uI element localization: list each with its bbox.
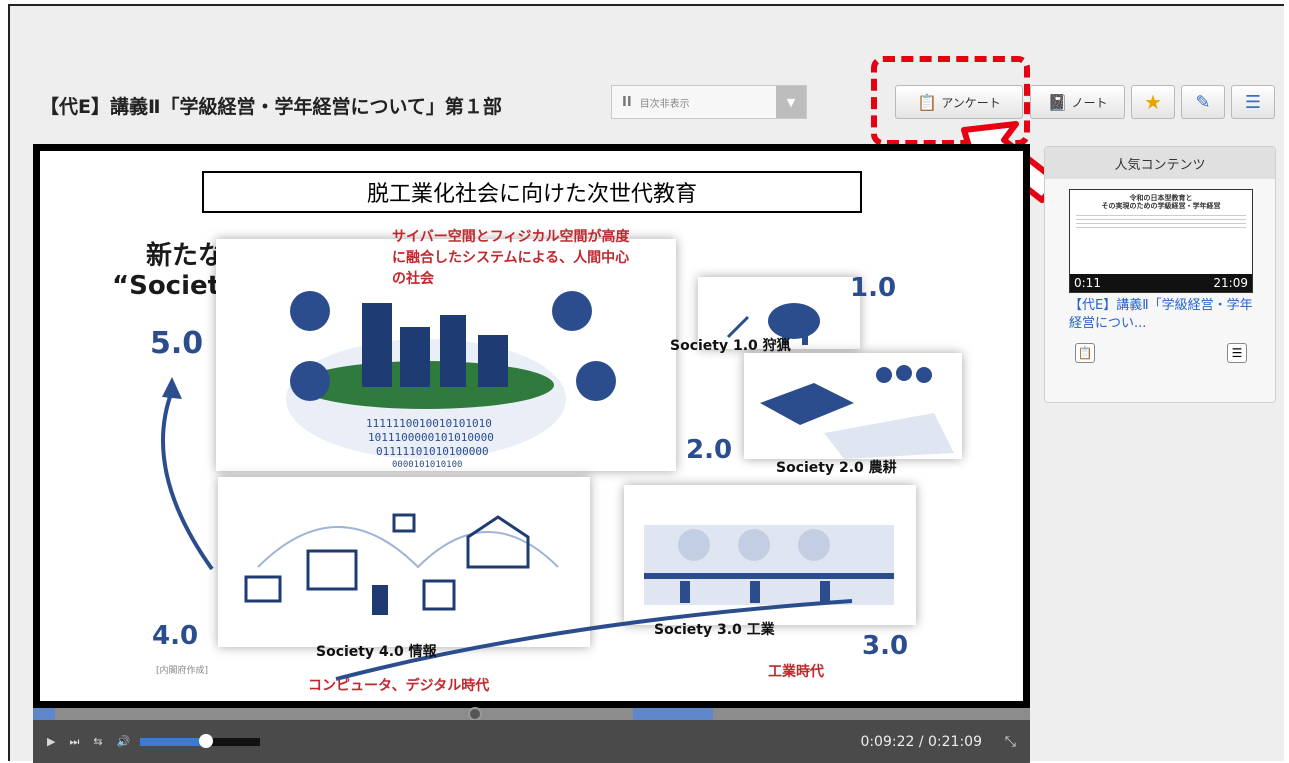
list-button[interactable]: ☰ [1231,85,1275,119]
star-add-icon: ★ [1144,90,1162,114]
binary-line-3: 01111101010100000 [376,445,489,458]
binary-line-4: 0000101010100 [392,460,462,470]
buffered-segment [633,708,713,720]
slide-source: [内閣府作成] [156,666,209,676]
content-thumbnail[interactable]: 令和の日本型教育と その実現のための学級経営・学年経営 0:11 21:09 [1069,189,1253,293]
popular-heading: 人気コンテンツ [1045,147,1275,179]
time-display: 0:09:22 / 0:21:09 [860,733,982,750]
thumbnail-line [1076,218,1246,220]
society3-panel [624,485,916,625]
thumbnail-line [1076,226,1246,228]
era-industry: 工業時代 [768,664,824,680]
pause-icon: II [622,94,632,110]
clipboard-icon[interactable]: 📋 [1075,343,1095,363]
thumbnail-duration: 21:09 [1213,276,1248,290]
list-icon[interactable]: ☰ [1227,343,1247,363]
version-3: 3.0 [862,631,909,661]
thumbnail-timebar: 0:11 21:09 [1070,274,1252,292]
list-icon: ☰ [1244,91,1262,113]
pen-icon: ✎ [1195,91,1211,113]
note-button[interactable]: 📓 ノート [1030,85,1125,119]
society2-panel [744,353,962,459]
play-icon[interactable]: ▶ [47,735,55,748]
industry-illustration [644,525,894,605]
buffered-segment [33,708,55,720]
volume-knob[interactable] [199,733,214,748]
repeat-icon[interactable]: ⇆ [93,735,102,748]
thumbnail-start-time: 0:11 [1074,276,1101,290]
content-link[interactable]: 【代E】講義Ⅱ「学級経営・学年経営につい... [1069,297,1259,333]
volume-fill [140,737,207,746]
fullscreen-icon[interactable]: ⤡ [1005,734,1016,750]
caption-society2: Society 2.0 農耕 [776,460,897,476]
era-computer: コンピュータ、デジタル時代 [308,678,490,694]
slide-frame: 脱工業化社会に向けた次世代教育 新たな社会 “Society 5.0” 1111… [40,151,1023,701]
farming-illustration [760,365,954,459]
thumbnail-line [1076,222,1246,224]
popular-content-panel: 人気コンテンツ 令和の日本型教育と その実現のための学級経営・学年経営 0:11… [1044,146,1276,403]
version-5: 5.0 [150,326,204,361]
volume-slider[interactable] [140,733,261,748]
favorite-button[interactable]: ★ [1131,85,1175,119]
version-4: 4.0 [152,621,199,651]
version-2: 2.0 [686,435,733,465]
caption-society1: Society 1.0 狩猟 [670,338,791,354]
caption-society4: Society 4.0 情報 [316,644,437,660]
binary-line-2: 1011100000101010000 [368,431,494,444]
notebook-icon: 📓 [1047,92,1068,112]
version-1: 1.0 [850,273,897,303]
draw-button[interactable]: ✎ [1181,85,1225,119]
toc-dropdown[interactable]: II 目次非表示 ▼ [611,85,807,119]
slide-title: 脱工業化社会に向けた次世代教育 [202,171,862,213]
player-controls: ▶ ⏭ ⇆ 🔊 0:09:22 / 0:21:09 ⤡ [33,720,1030,763]
binary-line-1: 1111110010010101010 [366,417,492,430]
society4-panel [218,477,590,647]
timeline-bar[interactable] [33,707,1030,721]
page-title: 【代E】講義Ⅱ「学級経営・学年経営について」第１部 [40,96,502,118]
thumbnail-line [1076,214,1246,216]
toc-dropdown-label: 目次非表示 [639,98,690,110]
volume-icon[interactable]: 🔊 [117,735,131,748]
caption-society3: Society 3.0 工業 [654,622,775,638]
timeline-knob[interactable] [467,707,482,721]
slide-desc: サイバー空間とフィジカル空間が高度に融合したシステムによる、人間中心の社会 [392,229,630,287]
chevron-down-icon[interactable]: ▼ [776,86,806,118]
information-illustration [244,513,559,615]
thumbnail-title: 令和の日本型教育と その実現のための学級経営・学年経営 [1101,194,1221,211]
next-icon[interactable]: ⏭ [69,735,79,749]
note-button-label: ノート [1071,95,1108,110]
